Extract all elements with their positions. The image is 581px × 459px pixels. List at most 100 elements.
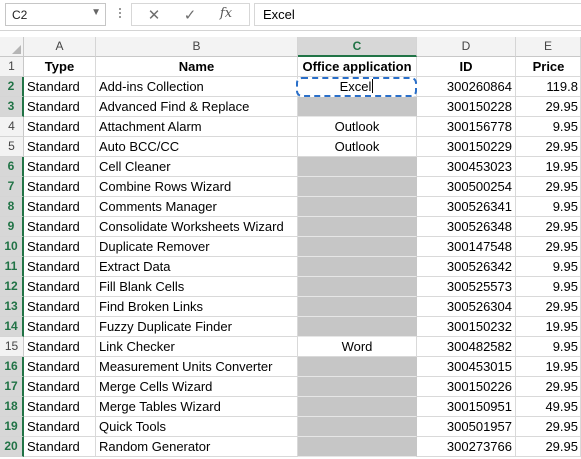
- cell-office-application[interactable]: [298, 297, 417, 317]
- header-cell-price[interactable]: Price: [516, 57, 581, 77]
- name-box[interactable]: C2 ▼: [5, 3, 106, 26]
- cell-price[interactable]: 29.95: [516, 437, 581, 457]
- cell-office-application[interactable]: Outlook: [298, 137, 417, 157]
- cell-office-application[interactable]: [298, 357, 417, 377]
- cell-price[interactable]: 19.95: [516, 157, 581, 177]
- cell-office-application[interactable]: Excel: [298, 77, 417, 97]
- row-header[interactable]: 10: [0, 237, 24, 257]
- cell-type[interactable]: Standard: [24, 117, 96, 137]
- row-header[interactable]: 4: [0, 117, 24, 137]
- cell-type[interactable]: Standard: [24, 357, 96, 377]
- cell-name[interactable]: Find Broken Links: [96, 297, 298, 317]
- cell-id[interactable]: 300150232: [417, 317, 516, 337]
- cell-name[interactable]: Comments Manager: [96, 197, 298, 217]
- formula-input[interactable]: Excel: [254, 3, 581, 26]
- column-header-c[interactable]: C: [298, 37, 417, 57]
- cell-id[interactable]: 300150951: [417, 397, 516, 417]
- cell-price[interactable]: 9.95: [516, 277, 581, 297]
- cell-office-application[interactable]: [298, 377, 417, 397]
- cell-office-application[interactable]: Word: [298, 337, 417, 357]
- cell-id[interactable]: 300526342: [417, 257, 516, 277]
- column-header-b[interactable]: B: [96, 37, 298, 57]
- cell-id[interactable]: 300482582: [417, 337, 516, 357]
- cell-type[interactable]: Standard: [24, 77, 96, 97]
- cell-office-application[interactable]: [298, 217, 417, 237]
- cell-type[interactable]: Standard: [24, 297, 96, 317]
- cell-name[interactable]: Attachment Alarm: [96, 117, 298, 137]
- cell-office-application[interactable]: Outlook: [298, 117, 417, 137]
- header-cell-office-application[interactable]: Office application: [298, 57, 417, 77]
- cell-name[interactable]: Fuzzy Duplicate Finder: [96, 317, 298, 337]
- cell-type[interactable]: Standard: [24, 237, 96, 257]
- row-header[interactable]: 5: [0, 137, 24, 157]
- cell-price[interactable]: 49.95: [516, 397, 581, 417]
- row-header[interactable]: 1: [0, 57, 24, 77]
- cell-type[interactable]: Standard: [24, 437, 96, 457]
- cell-price[interactable]: 19.95: [516, 357, 581, 377]
- cell-name[interactable]: Link Checker: [96, 337, 298, 357]
- cell-price[interactable]: 29.95: [516, 177, 581, 197]
- cell-office-application[interactable]: [298, 197, 417, 217]
- cell-office-application[interactable]: [298, 277, 417, 297]
- cell-price[interactable]: 29.95: [516, 377, 581, 397]
- cell-type[interactable]: Standard: [24, 157, 96, 177]
- cell-name[interactable]: Quick Tools: [96, 417, 298, 437]
- cell-price[interactable]: 29.95: [516, 97, 581, 117]
- cell-name[interactable]: Duplicate Remover: [96, 237, 298, 257]
- cell-price[interactable]: 9.95: [516, 117, 581, 137]
- cell-type[interactable]: Standard: [24, 137, 96, 157]
- column-header-a[interactable]: A: [24, 37, 96, 57]
- row-header[interactable]: 3: [0, 97, 24, 117]
- cell-office-application[interactable]: [298, 397, 417, 417]
- row-header[interactable]: 6: [0, 157, 24, 177]
- cell-id[interactable]: 300150229: [417, 137, 516, 157]
- cell-office-application[interactable]: [298, 317, 417, 337]
- cell-office-application[interactable]: [298, 97, 417, 117]
- cell-office-application[interactable]: [298, 157, 417, 177]
- cell-id[interactable]: 300525573: [417, 277, 516, 297]
- cell-id[interactable]: 300260864: [417, 77, 516, 97]
- cell-name[interactable]: Merge Cells Wizard: [96, 377, 298, 397]
- cell-id[interactable]: 300453015: [417, 357, 516, 377]
- cell-type[interactable]: Standard: [24, 397, 96, 417]
- cell-type[interactable]: Standard: [24, 97, 96, 117]
- cell-price[interactable]: 19.95: [516, 317, 581, 337]
- cell-type[interactable]: Standard: [24, 217, 96, 237]
- cell-name[interactable]: Cell Cleaner: [96, 157, 298, 177]
- row-header[interactable]: 18: [0, 397, 24, 417]
- cell-name[interactable]: Consolidate Worksheets Wizard: [96, 217, 298, 237]
- cell-type[interactable]: Standard: [24, 337, 96, 357]
- row-header[interactable]: 16: [0, 357, 24, 377]
- row-header[interactable]: 9: [0, 217, 24, 237]
- column-header-e[interactable]: E: [516, 37, 581, 57]
- row-header[interactable]: 19: [0, 417, 24, 437]
- cell-name[interactable]: Combine Rows Wizard: [96, 177, 298, 197]
- row-header[interactable]: 13: [0, 297, 24, 317]
- cell-id[interactable]: 300147548: [417, 237, 516, 257]
- select-all-button[interactable]: [0, 37, 24, 57]
- cell-type[interactable]: Standard: [24, 417, 96, 437]
- cell-name[interactable]: Random Generator: [96, 437, 298, 457]
- cell-price[interactable]: 29.95: [516, 237, 581, 257]
- cell-name[interactable]: Add-ins Collection: [96, 77, 298, 97]
- row-header[interactable]: 14: [0, 317, 24, 337]
- row-header[interactable]: 12: [0, 277, 24, 297]
- cell-name[interactable]: Auto BCC/CC: [96, 137, 298, 157]
- cell-price[interactable]: 29.95: [516, 137, 581, 157]
- cell-name[interactable]: Extract Data: [96, 257, 298, 277]
- cell-id[interactable]: 300453023: [417, 157, 516, 177]
- cell-id[interactable]: 300156778: [417, 117, 516, 137]
- checkmark-icon[interactable]: ✓: [178, 6, 202, 24]
- header-cell-name[interactable]: Name: [96, 57, 298, 77]
- cell-price[interactable]: 9.95: [516, 337, 581, 357]
- fx-icon[interactable]: fx: [214, 6, 238, 24]
- row-header[interactable]: 8: [0, 197, 24, 217]
- cell-id[interactable]: 300273766: [417, 437, 516, 457]
- cell-id[interactable]: 300150226: [417, 377, 516, 397]
- cell-type[interactable]: Standard: [24, 377, 96, 397]
- row-header[interactable]: 7: [0, 177, 24, 197]
- cell-type[interactable]: Standard: [24, 257, 96, 277]
- cell-id[interactable]: 300526348: [417, 217, 516, 237]
- row-header[interactable]: 17: [0, 377, 24, 397]
- cell-office-application[interactable]: [298, 257, 417, 277]
